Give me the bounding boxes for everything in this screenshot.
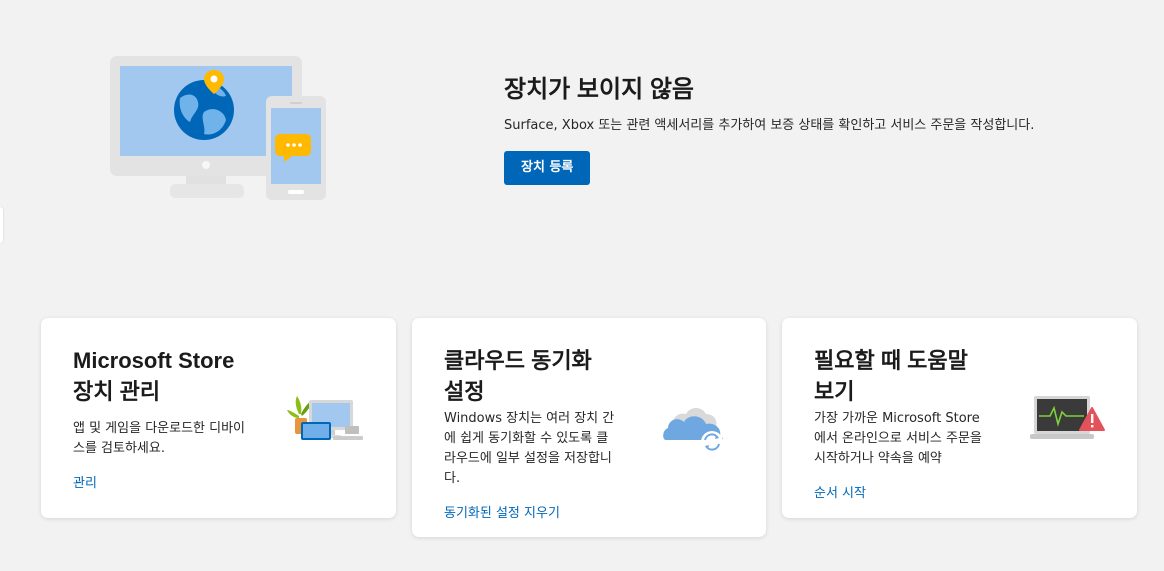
card-title-line: 필요할 때 도움말 [814, 348, 968, 373]
register-device-button[interactable]: 장치 등록 [504, 151, 591, 185]
card-title-line: Microsoft Store [73, 348, 235, 373]
card-title: 필요할 때 도움말 보기 [814, 345, 1014, 407]
laptop-warning-icon [1030, 396, 1105, 439]
manage-link[interactable]: 관리 [73, 472, 97, 491]
devices-illustration-icon [287, 396, 363, 440]
cloud-sync-settings-card: 클라우드 동기화 설정 Windows 장치는 여러 장치 간에 쉽게 동기화할… [412, 318, 766, 537]
card-description: 가장 가까운 Microsoft Store에서 온라인으로 서비스 주문을 시… [814, 411, 982, 466]
card-title: Microsoft Store 장치 관리 [73, 345, 273, 407]
no-devices-section: 장치가 보이지 않음 Surface, Xbox 또는 관련 액세서리를 추가하… [504, 74, 1104, 185]
start-order-link[interactable]: 순서 시작 [814, 482, 866, 501]
card-title: 클라우드 동기화 설정 [444, 345, 644, 407]
no-devices-description: Surface, Xbox 또는 관련 액세서리를 추가하여 보증 상태를 확인… [504, 118, 1035, 133]
devices-page: 장치가 보이지 않음 Surface, Xbox 또는 관련 액세서리를 추가하… [0, 0, 1164, 571]
no-devices-title: 장치가 보이지 않음 [504, 76, 694, 103]
card-title-line: 설정 [444, 379, 485, 404]
cloud-sync-icon [663, 408, 723, 453]
card-description: Windows 장치는 여러 장치 간에 쉽게 동기화할 수 있도록 클라우드에… [444, 411, 615, 486]
store-device-management-card: Microsoft Store 장치 관리 앱 및 게임을 다운로드한 디바이스… [41, 318, 396, 518]
help-when-needed-card: 필요할 때 도움말 보기 가장 가까운 Microsoft Store에서 온라… [782, 318, 1137, 518]
side-panel-handle[interactable] [0, 207, 3, 243]
card-title-line: 클라우드 동기화 [444, 348, 592, 373]
card-title-line: 보기 [814, 379, 855, 404]
card-description: 앱 및 게임을 다운로드한 디바이스를 검토하세요. [73, 421, 246, 456]
devices-globe-illustration-icon [110, 56, 326, 200]
clear-synced-settings-link[interactable]: 동기화된 설정 지우기 [444, 502, 560, 521]
card-title-line: 장치 관리 [73, 379, 161, 404]
